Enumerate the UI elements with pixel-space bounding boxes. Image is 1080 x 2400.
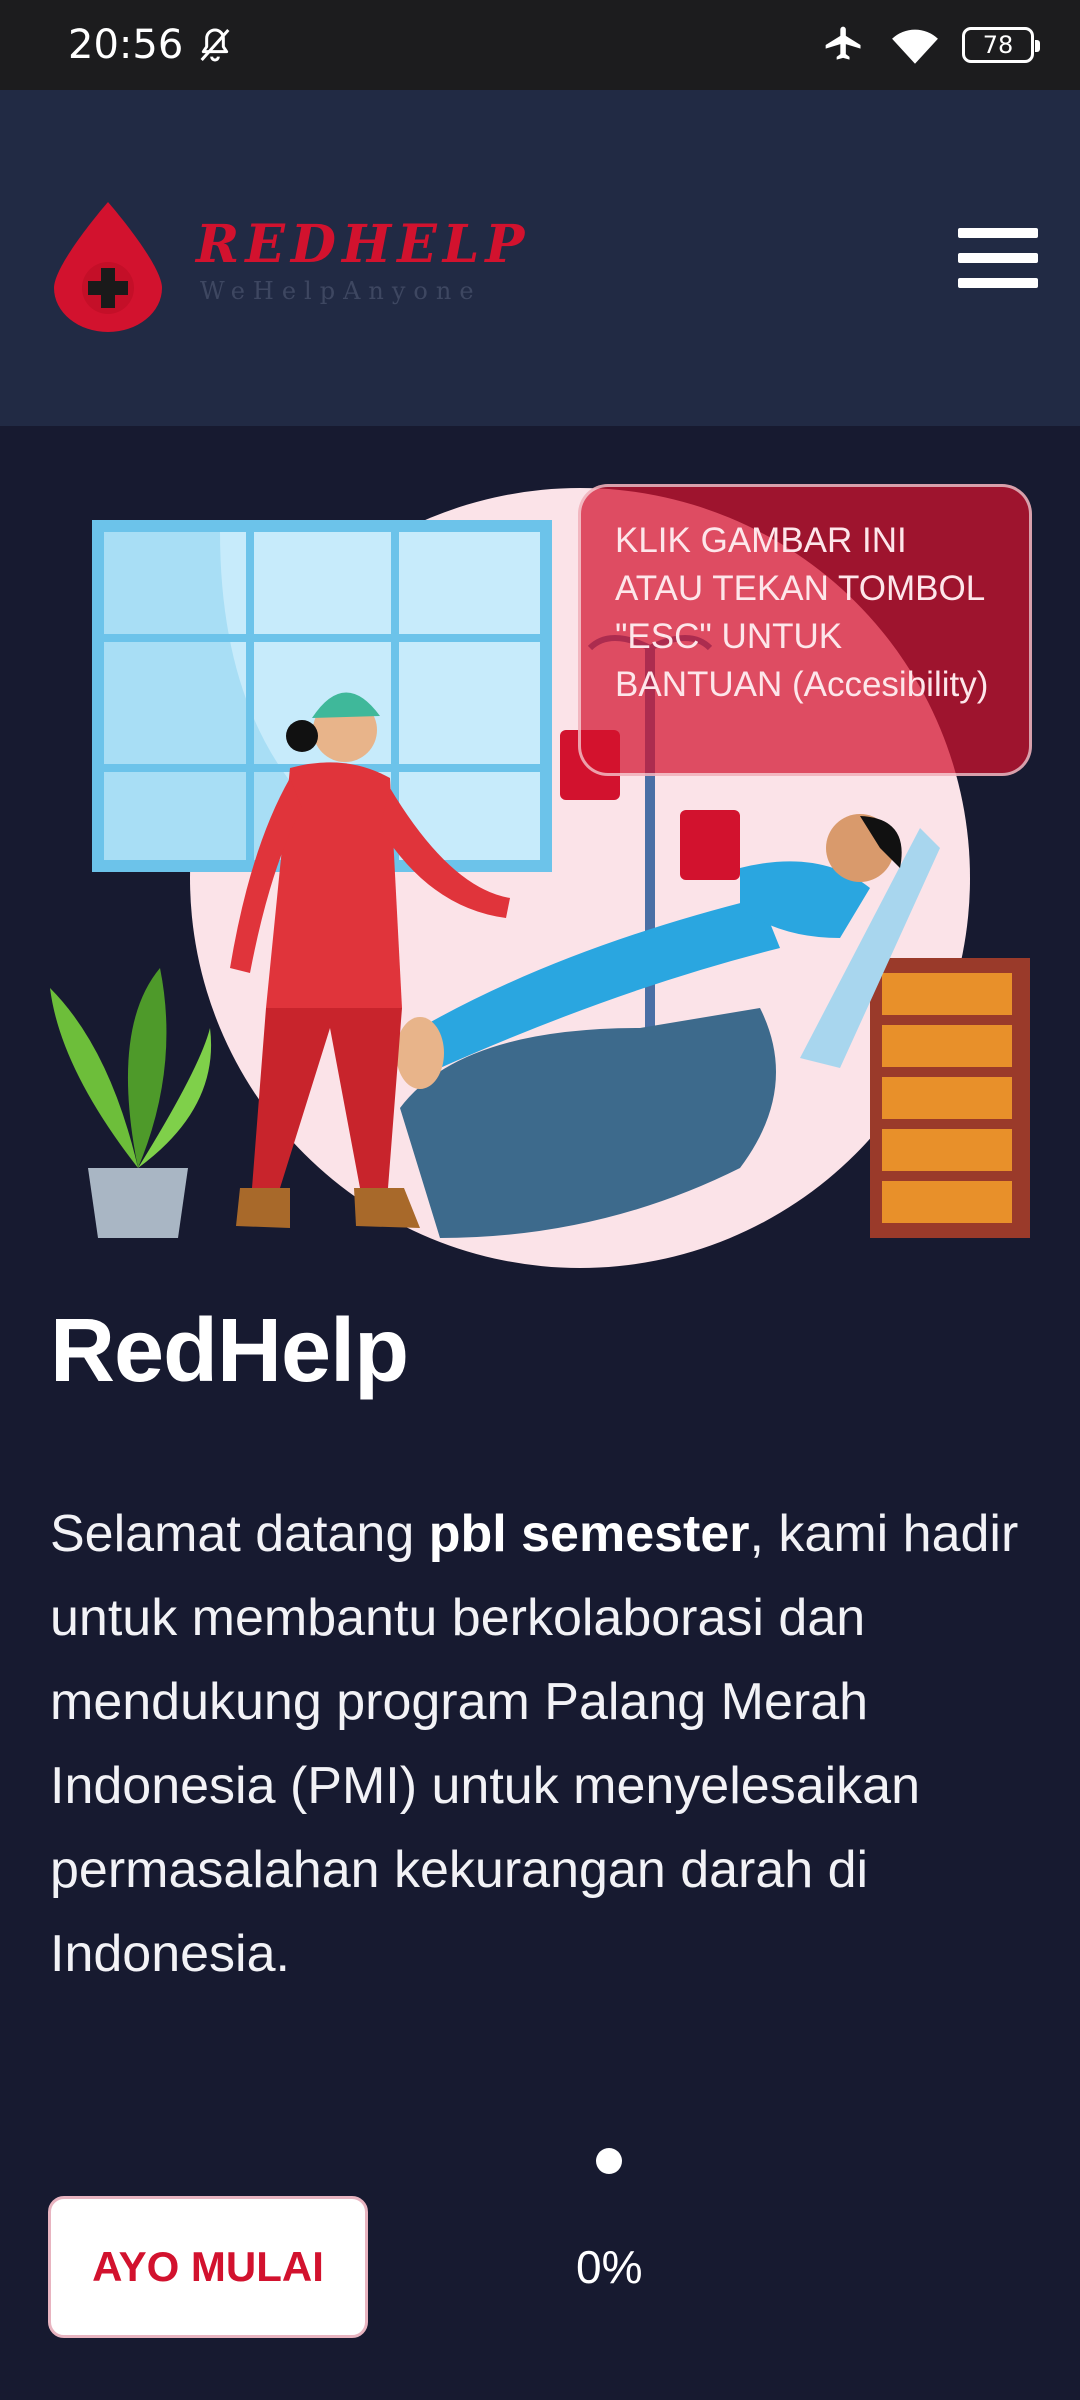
bell-off-icon <box>200 28 230 62</box>
logo[interactable]: REDHELP WeHelpAnyone <box>50 198 530 332</box>
start-button[interactable]: AYO MULAI <box>48 2196 368 2338</box>
page-title: RedHelp <box>50 1301 409 1401</box>
wifi-icon <box>892 29 938 64</box>
progress-percentage: 0% <box>576 2241 643 2293</box>
accessibility-hint[interactable]: KLIK GAMBAR INI ATAU TEKAN TOMBOL "ESC" … <box>578 484 1032 776</box>
accessibility-hint-text: KLIK GAMBAR INI ATAU TEKAN TOMBOL "ESC" … <box>615 521 989 704</box>
app-header: REDHELP WeHelpAnyone <box>0 90 1080 426</box>
status-bar: 20:56 78 <box>0 0 1080 90</box>
logo-text: REDHELP WeHelpAnyone <box>196 214 530 305</box>
intro-suffix: , kami hadir untuk membantu berkolaboras… <box>50 1505 1019 1983</box>
status-right: 78 <box>820 23 1040 67</box>
plant-illustration <box>50 968 212 1238</box>
progress-dot <box>596 2148 622 2174</box>
logo-name: REDHELP <box>196 213 531 275</box>
airplane-icon <box>825 26 861 60</box>
menu-bar <box>958 253 1038 263</box>
intro-prefix: Selamat datang <box>50 1505 429 1563</box>
menu-bar <box>958 278 1038 288</box>
blood-drop-logo-icon <box>54 202 162 332</box>
battery-icon: 78 <box>962 27 1040 63</box>
menu-bar <box>958 228 1038 238</box>
intro-bold: pbl semester <box>428 1505 750 1563</box>
battery-level: 78 <box>982 31 1014 59</box>
intro-description: Selamat datang pbl semester, kami hadir … <box>50 1492 1050 1996</box>
status-time: 20:56 <box>68 22 184 68</box>
hamburger-menu-icon[interactable] <box>958 228 1038 288</box>
logo-tagline: WeHelpAnyone <box>200 276 482 305</box>
status-left: 20:56 <box>68 22 235 68</box>
dresser-illustration <box>870 958 1030 1238</box>
